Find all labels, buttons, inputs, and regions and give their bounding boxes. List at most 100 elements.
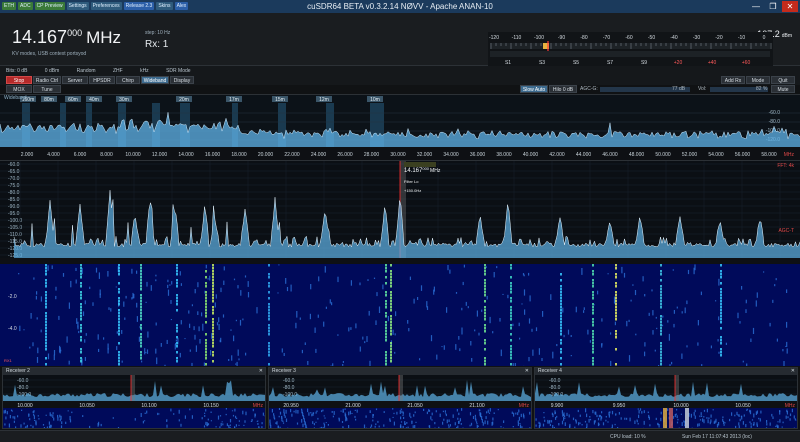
- receiver-4-title: Receiver 4: [535, 368, 797, 375]
- minimize-button[interactable]: —: [748, 1, 764, 12]
- receiver-2-close-icon[interactable]: ✕: [259, 368, 263, 374]
- agc-t-label: AGC-T: [778, 228, 794, 234]
- waterfall-corner-label: RX1: [4, 358, 13, 363]
- wideband-freq-label: 4.000: [47, 152, 60, 158]
- pan-db-label: -95.0: [8, 211, 20, 217]
- receiver-4-panel[interactable]: Receiver 4 ✕ -60.0-80.0-100.09.9009.9501…: [534, 367, 798, 429]
- pan-db-label: -60.0: [8, 162, 20, 168]
- subrx-filter[interactable]: [399, 375, 403, 401]
- wideband-freq-label: 14.000: [178, 152, 194, 158]
- frequency-display[interactable]: 14.167000 MHz: [12, 27, 121, 48]
- wideband-freq-label: 36.000: [470, 152, 486, 158]
- wideband-freq-label: 20.000: [258, 152, 274, 158]
- band-label[interactable]: 12m: [319, 97, 329, 103]
- add-rx-button[interactable]: Add Rx: [721, 76, 745, 84]
- wideband-spectrum[interactable]: 160m 80m 60m 40m 30m 20m 17m 15m 12m 10m-60.0-80.…: [0, 95, 800, 160]
- band-label[interactable]: 17m: [229, 97, 239, 103]
- rx-label: Rx: 1: [145, 39, 169, 50]
- power-unit: dBm: [781, 33, 792, 39]
- smeter-top-label: -90: [558, 35, 565, 41]
- wideband-freq-label: 18.000: [231, 152, 247, 158]
- smeter-top-label: -50: [648, 35, 655, 41]
- band-label[interactable]: 10m: [370, 97, 380, 103]
- subrx-filter[interactable]: [675, 375, 679, 401]
- band-label[interactable]: 15m: [275, 97, 285, 103]
- receiver-4-close-icon[interactable]: ✕: [791, 368, 795, 374]
- wideband-freq-label: 6.000: [74, 152, 87, 158]
- receiver-2-title: Receiver 2: [3, 368, 265, 375]
- smeter-top-label: -10: [738, 35, 745, 41]
- vol-label: Vol:: [698, 86, 707, 92]
- wideband-freq-label: 2.000: [21, 152, 34, 158]
- wideband-freq-label: 24.000: [311, 152, 327, 158]
- band-label[interactable]: 20m: [179, 97, 189, 103]
- receiver-4-spectrum[interactable]: -60.0-80.0-100.09.9009.95010.00010.050MH…: [535, 375, 798, 429]
- info-sdr-mode: SDR Mode: [166, 68, 191, 74]
- agc-label: AGC-G:: [580, 86, 598, 92]
- agc-hilo-button[interactable]: Hilo 0 dB: [549, 85, 577, 93]
- control-row: MOX Tune Slow Auto Hilo 0 dB AGC-G: 77 d…: [0, 85, 800, 94]
- display-button[interactable]: Display: [170, 76, 194, 84]
- marker-info-1: Filter Lo: [404, 179, 419, 184]
- receiver-2-panel[interactable]: Receiver 2 ✕ -60.0 -80.0 -100.0 10.000 10.05…: [2, 367, 266, 429]
- subrx-filter[interactable]: [131, 375, 135, 401]
- waterfall-time-label: -4.0: [8, 326, 17, 332]
- pan-db-label: -85.0: [8, 197, 20, 203]
- wideband-freq-label: 38.000: [496, 152, 512, 158]
- panadapter-spectrum[interactable]: -60.0-65.0-70.0-75.0-80.0-85.0-90.0-95.0…: [0, 161, 800, 260]
- smeter-top-label: -80: [580, 35, 587, 41]
- pan-db-label: -65.0: [8, 169, 20, 175]
- band-label[interactable]: 80m: [44, 97, 54, 103]
- quit-button[interactable]: Quit: [771, 76, 795, 84]
- smeter-top-label: -40: [670, 35, 677, 41]
- fft-label: FFT: 4k: [777, 163, 794, 169]
- tune-button[interactable]: Tune: [33, 85, 61, 93]
- wideband-freq-label: 12.000: [152, 152, 168, 158]
- freq-sub: 000: [67, 28, 83, 38]
- wideband-freq-label: 10.000: [125, 152, 141, 158]
- receiver-3-close-icon[interactable]: ✕: [525, 368, 529, 374]
- wideband-freq-label: 54.000: [708, 152, 724, 158]
- title-bar: ETH ADC CP Preview Settings Preferences …: [0, 0, 800, 13]
- radio-ctrl-button[interactable]: Radio Ctrl: [33, 76, 61, 84]
- smeter-top-label: -70: [603, 35, 610, 41]
- waterfall-display[interactable]: -2.0 -4.0 RX1: [0, 264, 800, 366]
- mute-button[interactable]: Mute: [771, 85, 795, 93]
- smeter-top-label: 0: [763, 35, 766, 41]
- modes-label: KV modes, USB context portsyod: [12, 51, 87, 57]
- mox-button[interactable]: MOX: [6, 85, 32, 93]
- header-panel: 14.167000 MHz step: 10 Hz Rx: 1 KV modes,…: [0, 13, 800, 72]
- stop-button[interactable]: Stop: [6, 76, 32, 84]
- band-label[interactable]: 30m: [119, 97, 129, 103]
- receiver-3-spectrum[interactable]: -60.0-80.0-100.020.950 21.000 21.050 21.100…: [269, 375, 532, 429]
- wideband-button[interactable]: Wideband: [141, 76, 169, 84]
- wideband-freq-label: 58.000: [761, 152, 777, 158]
- receiver-3-panel[interactable]: Receiver 3 ✕ -60.0 -80.0 -100.0 20.950 21.00…: [268, 367, 532, 429]
- panadapter-panel[interactable]: -60.0 -65.0 -70.0 -75.0 -80.0 -85.0 -90.0 -95.0…: [0, 160, 800, 260]
- wideband-unit: MHz: [784, 152, 795, 158]
- pan-db-label: -90.0: [8, 204, 20, 210]
- close-button[interactable]: ✕: [782, 1, 798, 12]
- wideband-freq-label: 34.000: [443, 152, 459, 158]
- window-controls: — ❐ ✕: [748, 1, 798, 12]
- clock: Sun Feb 17 11:07:43 2013 (loc): [682, 434, 752, 440]
- band-label[interactable]: 60m: [68, 97, 78, 103]
- wideband-freq-label: 46.000: [602, 152, 618, 158]
- server-button[interactable]: Server: [62, 76, 88, 84]
- wideband-freq-label: 52.000: [682, 152, 698, 158]
- chirp-button[interactable]: Chirp: [116, 76, 140, 84]
- app-window: ETH ADC CP Preview Settings Preferences …: [0, 0, 800, 442]
- wideband-panel[interactable]: 160m 80m 60m 40m 30m 20m 17m 15m 12m 10m -60.0 -80.…: [0, 94, 800, 160]
- subrx-db-label: -80.0: [283, 385, 295, 391]
- band-label[interactable]: 40m: [89, 97, 99, 103]
- hpsdr-button[interactable]: HPSDR: [89, 76, 115, 84]
- receiver-2-spectrum[interactable]: -60.0-80.0-100.010.000 10.050 10.100 10.150…: [3, 375, 266, 429]
- wideband-label: Wideband: [4, 95, 27, 101]
- agc-slow-auto-button[interactable]: Slow Auto: [520, 85, 548, 93]
- waterfall-panel[interactable]: -2.0 -4.0 RX1: [0, 264, 800, 366]
- maximize-button[interactable]: ❐: [765, 1, 781, 12]
- subrx-db-label: -60.0: [17, 378, 29, 384]
- receiver-3-title: Receiver 3: [269, 368, 531, 375]
- wideband-freq-label: 8.000: [100, 152, 113, 158]
- mode-button[interactable]: Mode: [746, 76, 770, 84]
